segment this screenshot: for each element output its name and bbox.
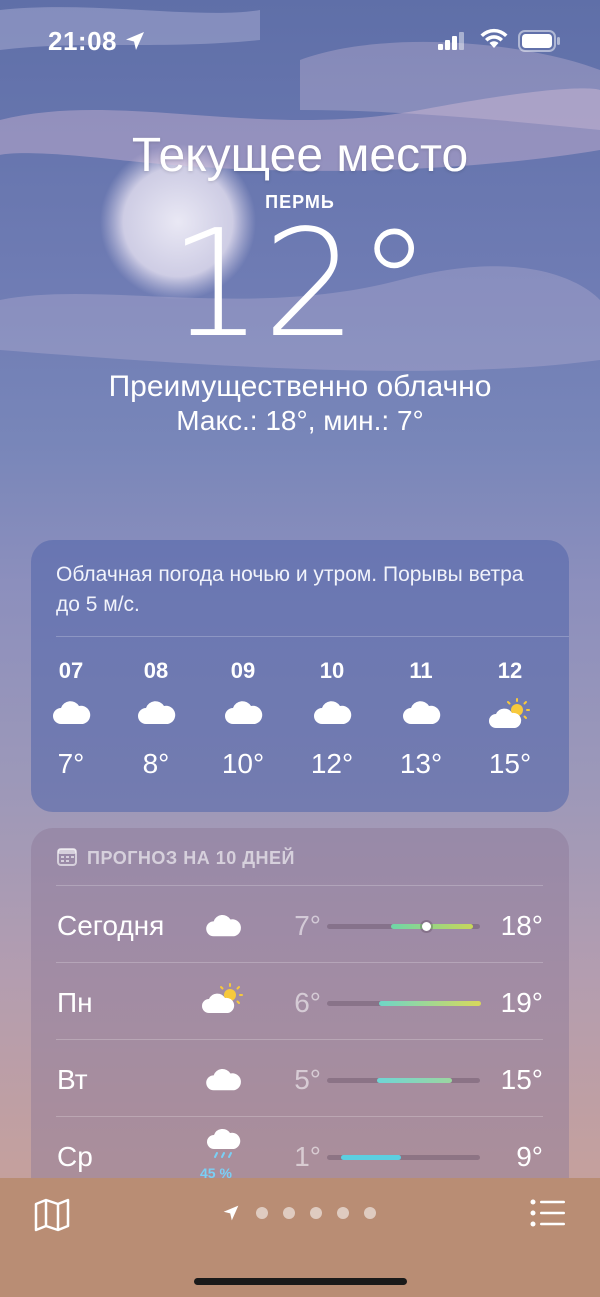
day-low-temperature: 1°: [294, 1141, 321, 1172]
day-high-temperature: 15°: [500, 1064, 543, 1095]
rain-icon: [207, 1128, 241, 1158]
hourly-forecast-card[interactable]: Облачная погода ночью и утром. Порывы ве…: [31, 540, 569, 812]
cloud-icon: [206, 915, 241, 937]
day-name: Сегодня: [57, 910, 165, 941]
home-indicator: [194, 1278, 407, 1285]
page-dot[interactable]: [283, 1207, 295, 1219]
bottom-toolbar: [0, 1178, 600, 1297]
cloud-icon: [314, 701, 352, 724]
day-row[interactable]: Пн 6° 19°: [31, 963, 569, 1040]
hour-item: 10 12°: [297, 658, 367, 780]
hour-item: 09 10°: [208, 658, 278, 780]
calendar-icon: [57, 848, 77, 866]
hour-item: 07 7°: [36, 658, 106, 780]
high-low-temperature: Макс.: 18°, мин.: 7°: [176, 405, 424, 436]
status-bar: 21:08: [0, 0, 600, 80]
day-high-temperature: 19°: [500, 987, 543, 1018]
day-name: Ср: [57, 1141, 93, 1172]
status-time: 21:08: [48, 26, 117, 56]
day-high-temperature: 9°: [516, 1141, 543, 1172]
page-dot[interactable]: [364, 1207, 376, 1219]
page-dot[interactable]: [310, 1207, 322, 1219]
hour-label: 11: [409, 658, 433, 683]
current-temperature-marker: [422, 922, 431, 931]
cloud-icon: [403, 701, 441, 724]
day-name: Вт: [57, 1064, 88, 1095]
temperature-range-bar: [327, 1155, 480, 1160]
hour-temperature: 8°: [142, 748, 170, 779]
day-low-temperature: 6°: [294, 987, 321, 1018]
day-name: Пн: [57, 987, 93, 1018]
list-icon[interactable]: [530, 1198, 566, 1228]
hour-temperature: 13°: [399, 748, 443, 779]
hour-label: 12: [497, 658, 523, 683]
hour-label: 09: [230, 658, 256, 683]
day-row[interactable]: Ср 45 % 1° 9°: [31, 1117, 569, 1178]
precipitation-chance: 45 %: [200, 1165, 232, 1178]
day-row[interactable]: Сегодня 7° 18°: [31, 886, 569, 963]
hour-temperature: 12°: [310, 748, 354, 779]
cellular-signal-icon: [438, 32, 464, 50]
location-arrow-icon: [223, 1205, 239, 1221]
temperature-range-bar: [327, 922, 480, 931]
hour-label: 10: [319, 658, 345, 683]
battery-icon: [518, 30, 560, 52]
wifi-icon: [480, 28, 508, 48]
hour-temperature: 10°: [221, 748, 265, 779]
partly-sunny-icon: [489, 698, 530, 728]
page-dot[interactable]: [256, 1207, 268, 1219]
partly-sunny-icon: [202, 983, 243, 1013]
hour-temperature: 7°: [57, 748, 85, 779]
day-row[interactable]: Вт 5° 15°: [31, 1040, 569, 1117]
divider: [56, 636, 569, 637]
ten-day-forecast-card[interactable]: ПРОГНОЗ НА 10 ДНЕЙ Сегодня 7° 18° Пн 6°: [31, 828, 569, 1178]
location-arrow-icon: [126, 32, 144, 50]
cloud-icon: [138, 701, 176, 724]
hour-label: 08: [143, 658, 169, 683]
temperature-range-bar: [327, 1078, 480, 1083]
weather-condition: Преимущественно облачно: [108, 370, 492, 403]
hour-item: 08 8°: [121, 658, 191, 780]
day-low-temperature: 5°: [294, 1064, 321, 1095]
hour-item: 11 13°: [386, 658, 456, 780]
hour-item: 12 15°: [475, 658, 545, 780]
cloud-icon: [206, 1069, 241, 1091]
current-temperature: 12°: [168, 198, 432, 370]
ten-day-heading: ПРОГНОЗ НА 10 ДНЕЙ: [87, 848, 295, 868]
day-high-temperature: 18°: [500, 910, 543, 941]
map-icon[interactable]: [34, 1198, 70, 1232]
weather-summary: Облачная погода ночью и утром. Порывы ве…: [56, 563, 524, 616]
hour-temperature: 15°: [488, 748, 532, 779]
cloud-icon: [53, 701, 91, 724]
hour-label: 07: [58, 658, 84, 683]
page-dot[interactable]: [337, 1207, 349, 1219]
day-low-temperature: 7°: [294, 910, 321, 941]
temperature-range-bar: [327, 1001, 481, 1006]
location-title: Текущее место: [131, 129, 469, 182]
cloud-icon: [225, 701, 263, 724]
